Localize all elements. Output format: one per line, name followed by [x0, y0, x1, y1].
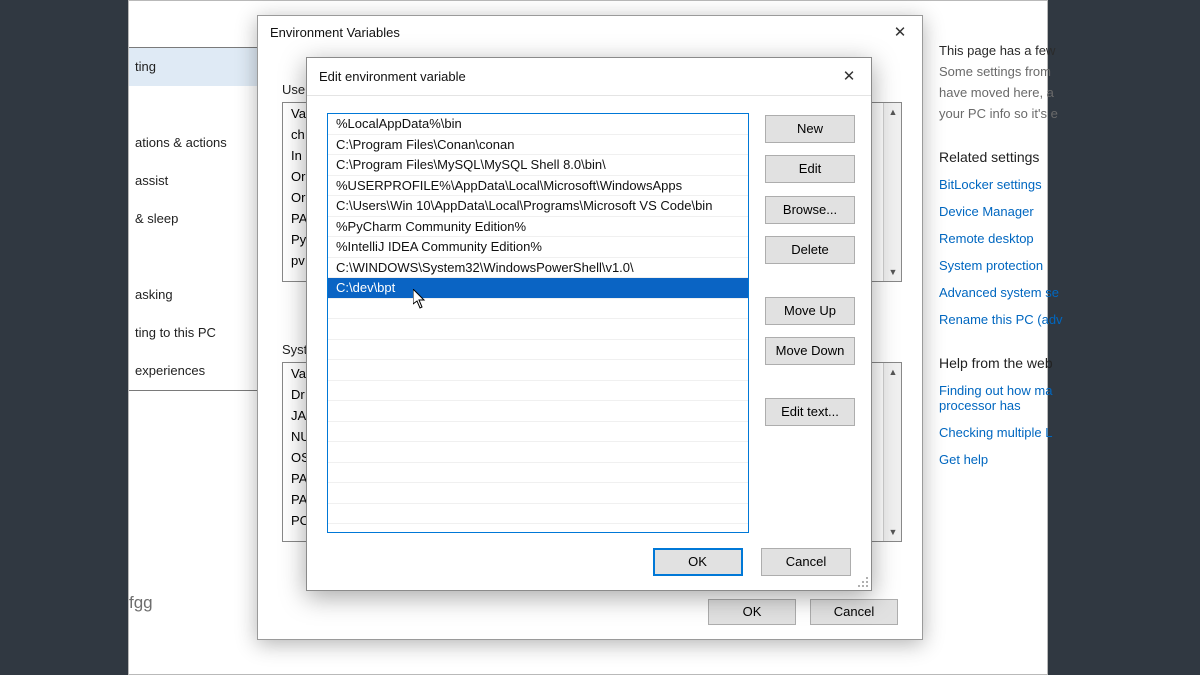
link-system-protection[interactable]: System protection: [939, 258, 1199, 273]
path-entry-empty[interactable]: [328, 319, 748, 340]
path-entry-empty[interactable]: [328, 483, 748, 504]
scroll-down-icon[interactable]: ▼: [884, 523, 902, 541]
link-advanced-system[interactable]: Advanced system se: [939, 285, 1199, 300]
path-entries-list[interactable]: %LocalAppData%\bin C:\Program Files\Cona…: [327, 113, 749, 533]
intro-text: This page has a few: [939, 43, 1199, 58]
help-header: Help from the web: [939, 355, 1199, 371]
related-settings-header: Related settings: [939, 149, 1199, 165]
edit-button[interactable]: Edit: [765, 155, 855, 183]
scroll-up-icon[interactable]: ▲: [884, 103, 902, 121]
intro-text: your PC info so it's e: [939, 106, 1199, 121]
fgg-label: fgg: [129, 593, 153, 613]
path-entry-empty[interactable]: [328, 360, 748, 381]
path-entry-empty[interactable]: [328, 401, 748, 422]
edit-text-button[interactable]: Edit text...: [765, 398, 855, 426]
env-titlebar[interactable]: Environment Variables ✕: [258, 16, 922, 50]
env-cancel-button[interactable]: Cancel: [810, 599, 898, 625]
sidebar-item[interactable]: & sleep: [129, 200, 258, 238]
new-button[interactable]: New: [765, 115, 855, 143]
path-entry-empty[interactable]: [328, 340, 748, 361]
sidebar-item[interactable]: assist: [129, 162, 258, 200]
sidebar-item[interactable]: ting: [129, 48, 258, 86]
close-icon[interactable]: ✕: [827, 58, 871, 96]
sidebar-item[interactable]: experiences: [129, 352, 258, 390]
scrollbar[interactable]: ▲▼: [883, 103, 901, 281]
move-up-button[interactable]: Move Up: [765, 297, 855, 325]
path-entry[interactable]: %IntelliJ IDEA Community Edition%: [328, 237, 748, 258]
path-entry-empty[interactable]: [328, 299, 748, 320]
sidebar-item[interactable]: [129, 238, 258, 276]
path-entry-selected[interactable]: C:\dev\bpt: [328, 278, 748, 299]
close-icon[interactable]: ✕: [878, 16, 922, 50]
link-remote-desktop[interactable]: Remote desktop: [939, 231, 1199, 246]
get-help-link[interactable]: Get help: [939, 452, 1199, 467]
sidebar-item[interactable]: [129, 86, 258, 124]
delete-button[interactable]: Delete: [765, 236, 855, 264]
env-ok-button[interactable]: OK: [708, 599, 796, 625]
path-entry[interactable]: %USERPROFILE%\AppData\Local\Microsoft\Wi…: [328, 176, 748, 197]
sidebar-item[interactable]: ations & actions: [129, 124, 258, 162]
intro-text: Some settings from: [939, 64, 1199, 79]
edit-title: Edit environment variable: [319, 69, 466, 84]
path-entry[interactable]: C:\Program Files\MySQL\MySQL Shell 8.0\b…: [328, 155, 748, 176]
link-rename-pc[interactable]: Rename this PC (adv: [939, 312, 1199, 327]
path-entry-empty[interactable]: [328, 422, 748, 443]
path-entry-empty[interactable]: [328, 463, 748, 484]
path-entry[interactable]: %LocalAppData%\bin: [328, 114, 748, 135]
edit-titlebar[interactable]: Edit environment variable ✕: [307, 58, 871, 96]
path-entry[interactable]: %PyCharm Community Edition%: [328, 217, 748, 238]
settings-sidebar: ting ations & actions assist & sleep ask…: [129, 47, 259, 391]
path-entry-empty[interactable]: [328, 442, 748, 463]
resize-grip-icon[interactable]: [855, 574, 869, 588]
scroll-up-icon[interactable]: ▲: [884, 363, 902, 381]
sidebar-item[interactable]: asking: [129, 276, 258, 314]
sidebar-item[interactable]: ting to this PC: [129, 314, 258, 352]
path-entry-empty[interactable]: [328, 504, 748, 525]
intro-text: have moved here, a: [939, 85, 1199, 100]
ok-button[interactable]: OK: [653, 548, 743, 576]
browse-button[interactable]: Browse...: [765, 196, 855, 224]
help-link[interactable]: Checking multiple L: [939, 425, 1199, 440]
path-entry-empty[interactable]: [328, 381, 748, 402]
scrollbar[interactable]: ▲▼: [883, 363, 901, 541]
help-link[interactable]: Finding out how ma: [939, 383, 1199, 398]
scroll-down-icon[interactable]: ▼: [884, 263, 902, 281]
path-entry[interactable]: C:\Program Files\Conan\conan: [328, 135, 748, 156]
edit-environment-variable-dialog: Edit environment variable ✕ %LocalAppDat…: [306, 57, 872, 591]
env-title: Environment Variables: [270, 25, 400, 40]
path-entry[interactable]: C:\WINDOWS\System32\WindowsPowerShell\v1…: [328, 258, 748, 279]
link-bitlocker[interactable]: BitLocker settings: [939, 177, 1199, 192]
move-down-button[interactable]: Move Down: [765, 337, 855, 365]
cancel-button[interactable]: Cancel: [761, 548, 851, 576]
link-device-manager[interactable]: Device Manager: [939, 204, 1199, 219]
settings-right-panel: This page has a few Some settings from h…: [939, 43, 1199, 479]
path-entry[interactable]: C:\Users\Win 10\AppData\Local\Programs\M…: [328, 196, 748, 217]
help-link[interactable]: processor has: [939, 398, 1199, 413]
